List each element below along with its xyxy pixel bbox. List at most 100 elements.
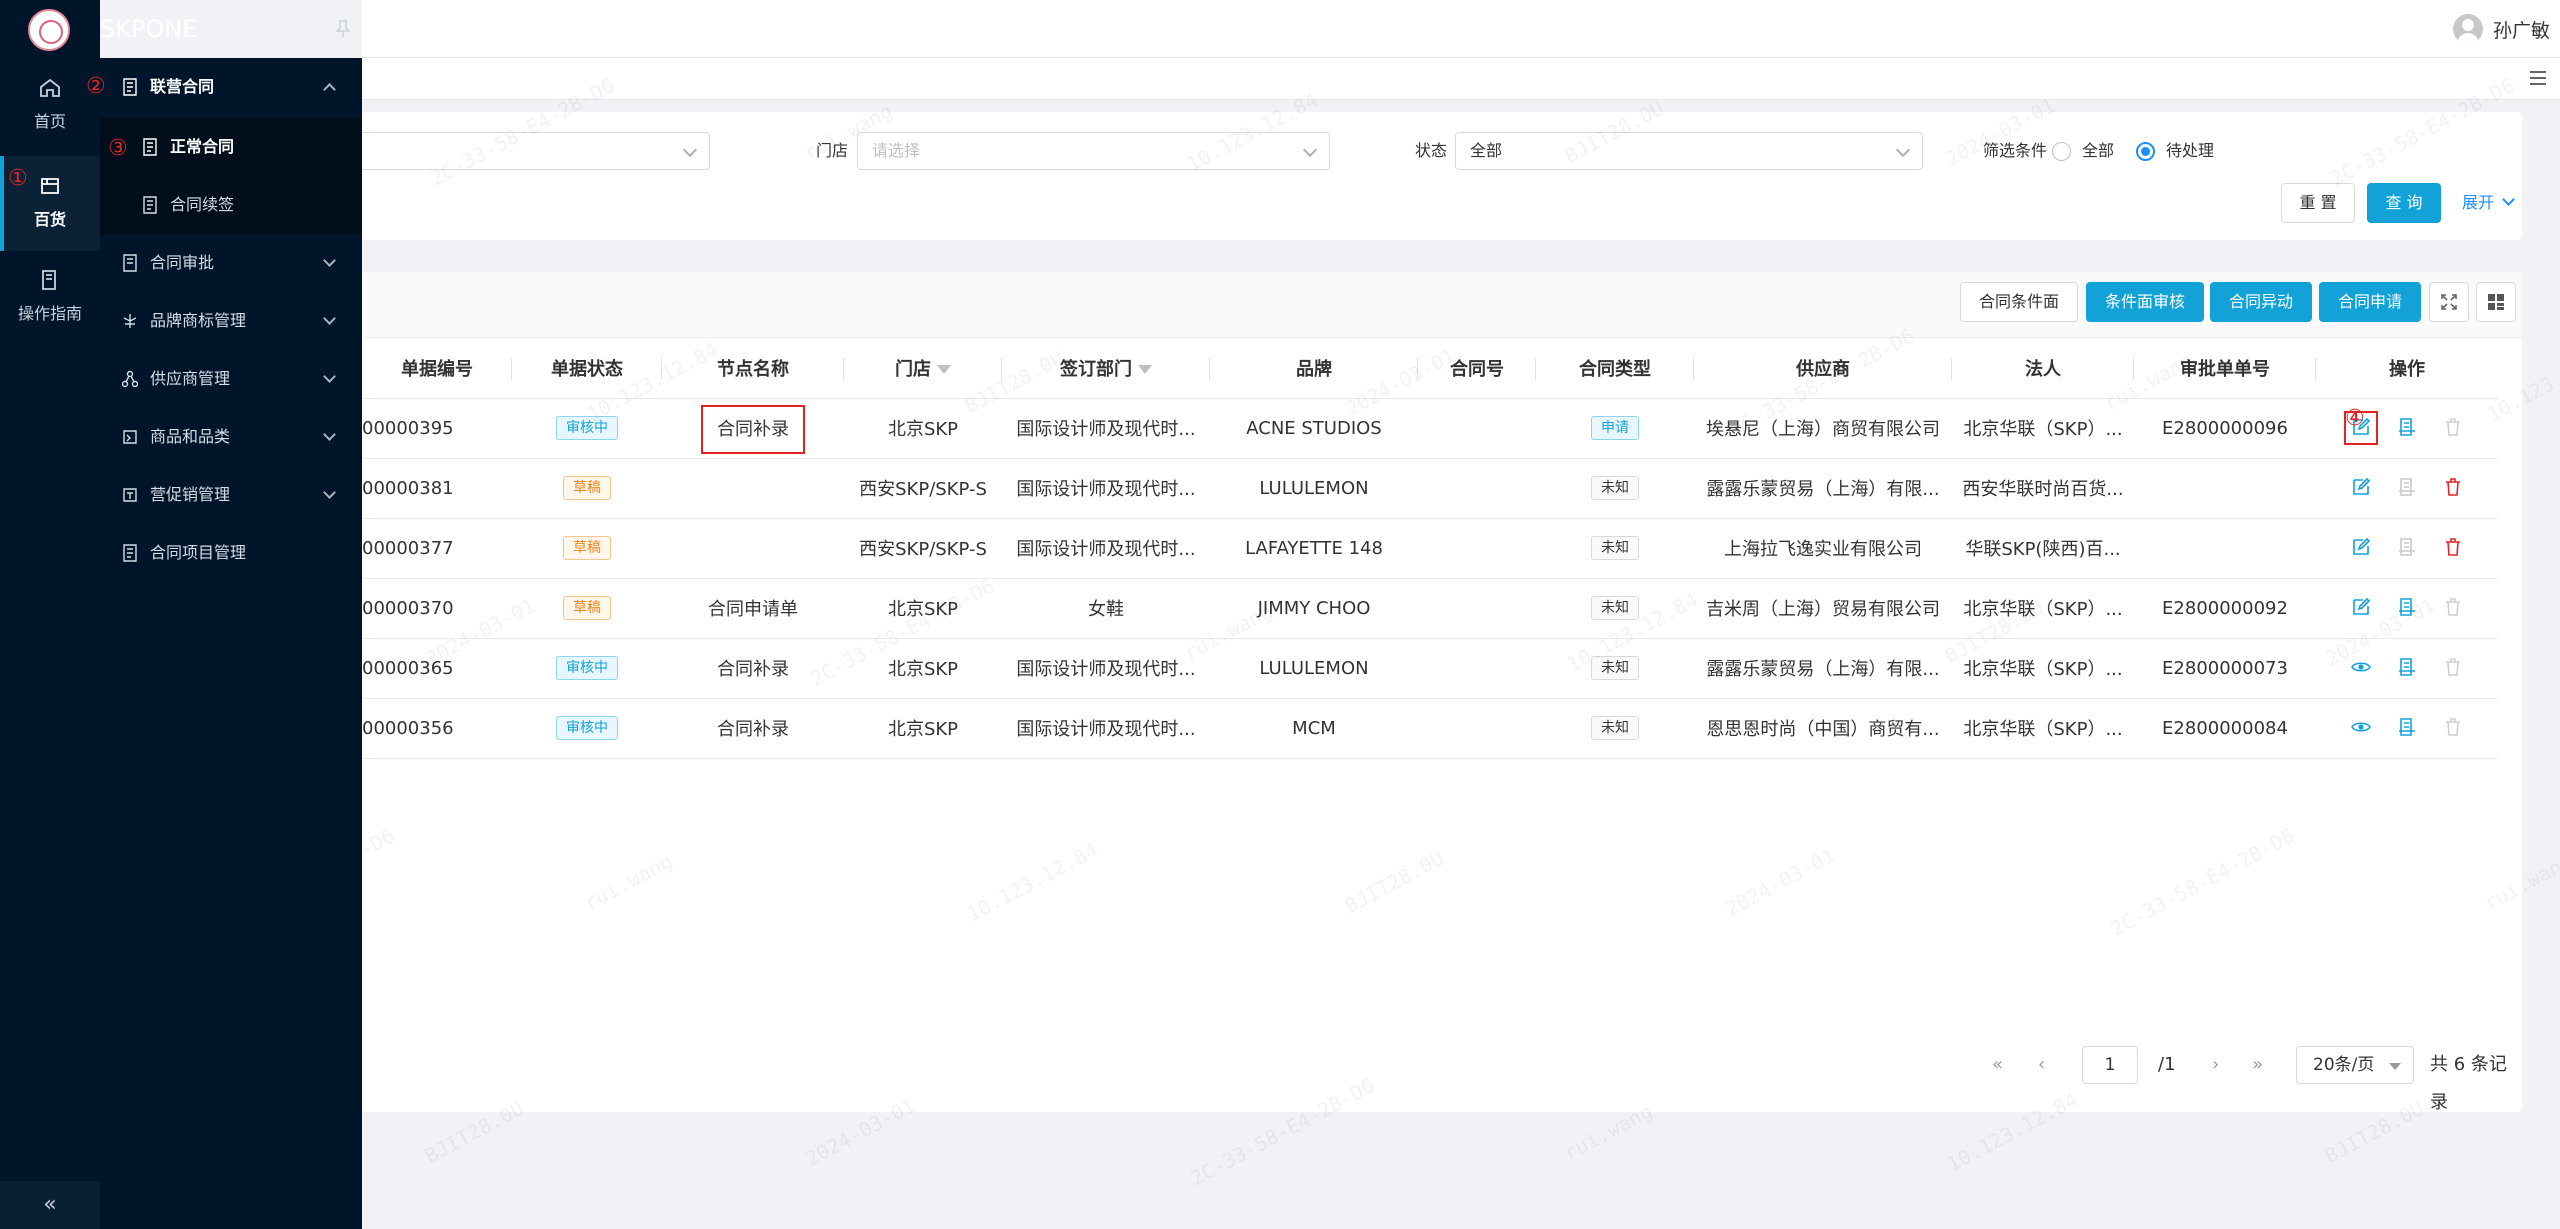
cell-contract-no (1418, 698, 1536, 759)
menu-group-contract-approval[interactable]: 合同审批 (100, 234, 362, 292)
type-badge: 未知 (1591, 656, 1639, 680)
contract-conditions-button[interactable]: 合同条件面 (1960, 282, 2079, 322)
chevron-up-icon (323, 83, 336, 96)
column-filter-icon[interactable] (937, 364, 951, 374)
menu-group-promotion[interactable]: 营促销管理 (100, 466, 362, 524)
contract-change-button[interactable]: 合同异动 (2210, 282, 2313, 322)
status-filter-label: 状态 (1415, 141, 1448, 160)
cell-text: 00000356 (362, 717, 454, 739)
contract-table: 单据编号 单据状态 节点名称 门店 签订部门 品牌 合同号 合同类型 供应商 法… (362, 338, 2498, 759)
document-icon[interactable] (2396, 597, 2418, 619)
cell-dept: 国际设计师及现代时... (1002, 698, 1210, 759)
rail-item-home[interactable]: 首页 (0, 72, 100, 142)
cell-supplier: 吉米周（上海）贸易有限公司 (1694, 578, 1952, 639)
cell-actions (2316, 518, 2498, 579)
store-select[interactable]: 请选择 (857, 132, 1330, 170)
document-icon[interactable] (2396, 417, 2418, 439)
rail-item-guide[interactable]: 操作指南 (0, 264, 100, 334)
query-button[interactable]: 查 询 (2367, 183, 2441, 223)
cell-dept: 国际设计师及现代时... (1002, 398, 1210, 459)
cell-node: 合同申请单 (662, 578, 844, 639)
menu-group-brand-trademark[interactable]: 品牌商标管理 (100, 292, 362, 350)
cell-legal: 华联SKP(陕西)百... (1952, 518, 2134, 579)
condition-radio-all[interactable] (2052, 142, 2071, 161)
menu-item-contract-project[interactable]: 合同项目管理 (100, 524, 362, 582)
expand-link[interactable]: 展开 (2462, 183, 2515, 223)
cell-text: 上海拉飞逸实业有限公司 (1724, 539, 1922, 560)
delete-icon[interactable] (2442, 417, 2464, 439)
status-select[interactable]: 全部 (1455, 132, 1923, 170)
menu-group-label: 商品和品类 (150, 427, 231, 446)
expand-link-label: 展开 (2462, 193, 2495, 212)
next-page-icon[interactable]: › (2212, 1046, 2219, 1084)
user-name: 孙广敏 (2492, 19, 2550, 42)
document-icon[interactable] (2396, 657, 2418, 679)
brand-name: SKPONE (100, 15, 198, 43)
condition-radio-pending[interactable] (2136, 142, 2155, 161)
document-icon[interactable] (2396, 717, 2418, 739)
document-icon[interactable] (2396, 537, 2418, 559)
chevron-down-icon (323, 370, 336, 383)
first-page-icon[interactable]: « (1992, 1046, 2003, 1084)
delete-icon[interactable] (2442, 717, 2464, 739)
page-size-select[interactable]: 20条/页 (2296, 1046, 2414, 1084)
contract-no-select[interactable] (342, 132, 710, 170)
menu-group-label: 营促销管理 (150, 485, 231, 504)
approval-icon (123, 254, 137, 272)
cell-text: LAFAYETTE 148 (1245, 537, 1383, 559)
rail-item-label: 百货 (33, 210, 66, 229)
cell-contract-no (1418, 398, 1536, 459)
collapse-sidebar-icon[interactable]: « (0, 1181, 100, 1229)
delete-icon[interactable] (2442, 477, 2464, 499)
type-badge: 未知 (1591, 716, 1639, 740)
annotation-step-3: ③ (108, 136, 128, 161)
contract-apply-button[interactable]: 合同申请 (2319, 282, 2422, 322)
cell-brand: LULULEMON (1210, 638, 1418, 699)
cell-text: 西安华联时尚百货... (1962, 479, 2124, 500)
last-page-icon[interactable]: » (2252, 1046, 2263, 1084)
cell-actions (2316, 698, 2498, 759)
cell-status: 审核中 (512, 638, 662, 699)
edit-icon[interactable] (2350, 477, 2372, 499)
menu-group-joint-contract[interactable]: 联营合同 (100, 58, 362, 116)
user-avatar-icon (2452, 14, 2483, 44)
column-settings-icon[interactable] (2476, 282, 2516, 322)
menu-item-normal-contract[interactable]: 正常合同 (100, 118, 362, 176)
delete-icon[interactable] (2442, 537, 2464, 559)
menu-item-contract-renewal[interactable]: 合同续签 (100, 176, 362, 234)
prev-page-icon[interactable]: ‹ (2038, 1046, 2045, 1084)
menu-toggle-icon[interactable] (2528, 69, 2548, 87)
cell-brand: ACNE STUDIOS (1210, 398, 1418, 459)
edit-icon[interactable] (2350, 597, 2372, 619)
eye-icon[interactable] (2350, 717, 2372, 739)
document-icon[interactable] (2396, 477, 2418, 499)
cell-type: 未知 (1536, 458, 1694, 519)
eye-icon[interactable] (2350, 657, 2372, 679)
reset-button[interactable]: 重 置 (2281, 183, 2355, 223)
delete-icon[interactable] (2442, 657, 2464, 679)
pagination: « ‹ 1 /1 › » 20条/页 共 6 条记录 (362, 1032, 2522, 1113)
edit-icon[interactable] (2350, 537, 2372, 559)
menu-group-goods-category[interactable]: 商品和品类 (100, 408, 362, 466)
table-header-row: 单据编号 单据状态 节点名称 门店 签订部门 品牌 合同号 合同类型 供应商 法… (362, 338, 2498, 399)
cell-status: 草稿 (512, 578, 662, 639)
book-icon (42, 270, 56, 290)
conditions-review-button[interactable]: 条件面审核 (2086, 282, 2205, 322)
col-dept[interactable]: 签订部门 (1002, 338, 1210, 399)
column-filter-icon[interactable] (1138, 364, 1152, 374)
fullscreen-icon[interactable] (2429, 282, 2469, 322)
home-icon (40, 78, 60, 97)
user-menu[interactable]: 孙广敏 (2452, 14, 2550, 44)
col-legal: 法人 (1952, 338, 2134, 399)
current-page-input[interactable]: 1 (2082, 1046, 2138, 1084)
cell-actions (2316, 578, 2498, 639)
table-row: 00000370 草稿 合同申请单 北京SKP 女鞋 JIMMY CHOO 未知 吉米周（上海… (362, 578, 2498, 639)
cell-supplier: 露露乐蒙贸易（上海）有限... (1694, 638, 1952, 699)
delete-icon[interactable] (2442, 597, 2464, 619)
col-store[interactable]: 门店 (844, 338, 1002, 399)
pin-icon[interactable] (336, 20, 350, 38)
chevron-down-icon (1895, 142, 1911, 158)
menu-group-supplier[interactable]: 供应商管理 (100, 350, 362, 408)
cell-text: 西安SKP/SKP-S (859, 479, 987, 500)
menu-group-label: 联营合同 (150, 77, 215, 96)
